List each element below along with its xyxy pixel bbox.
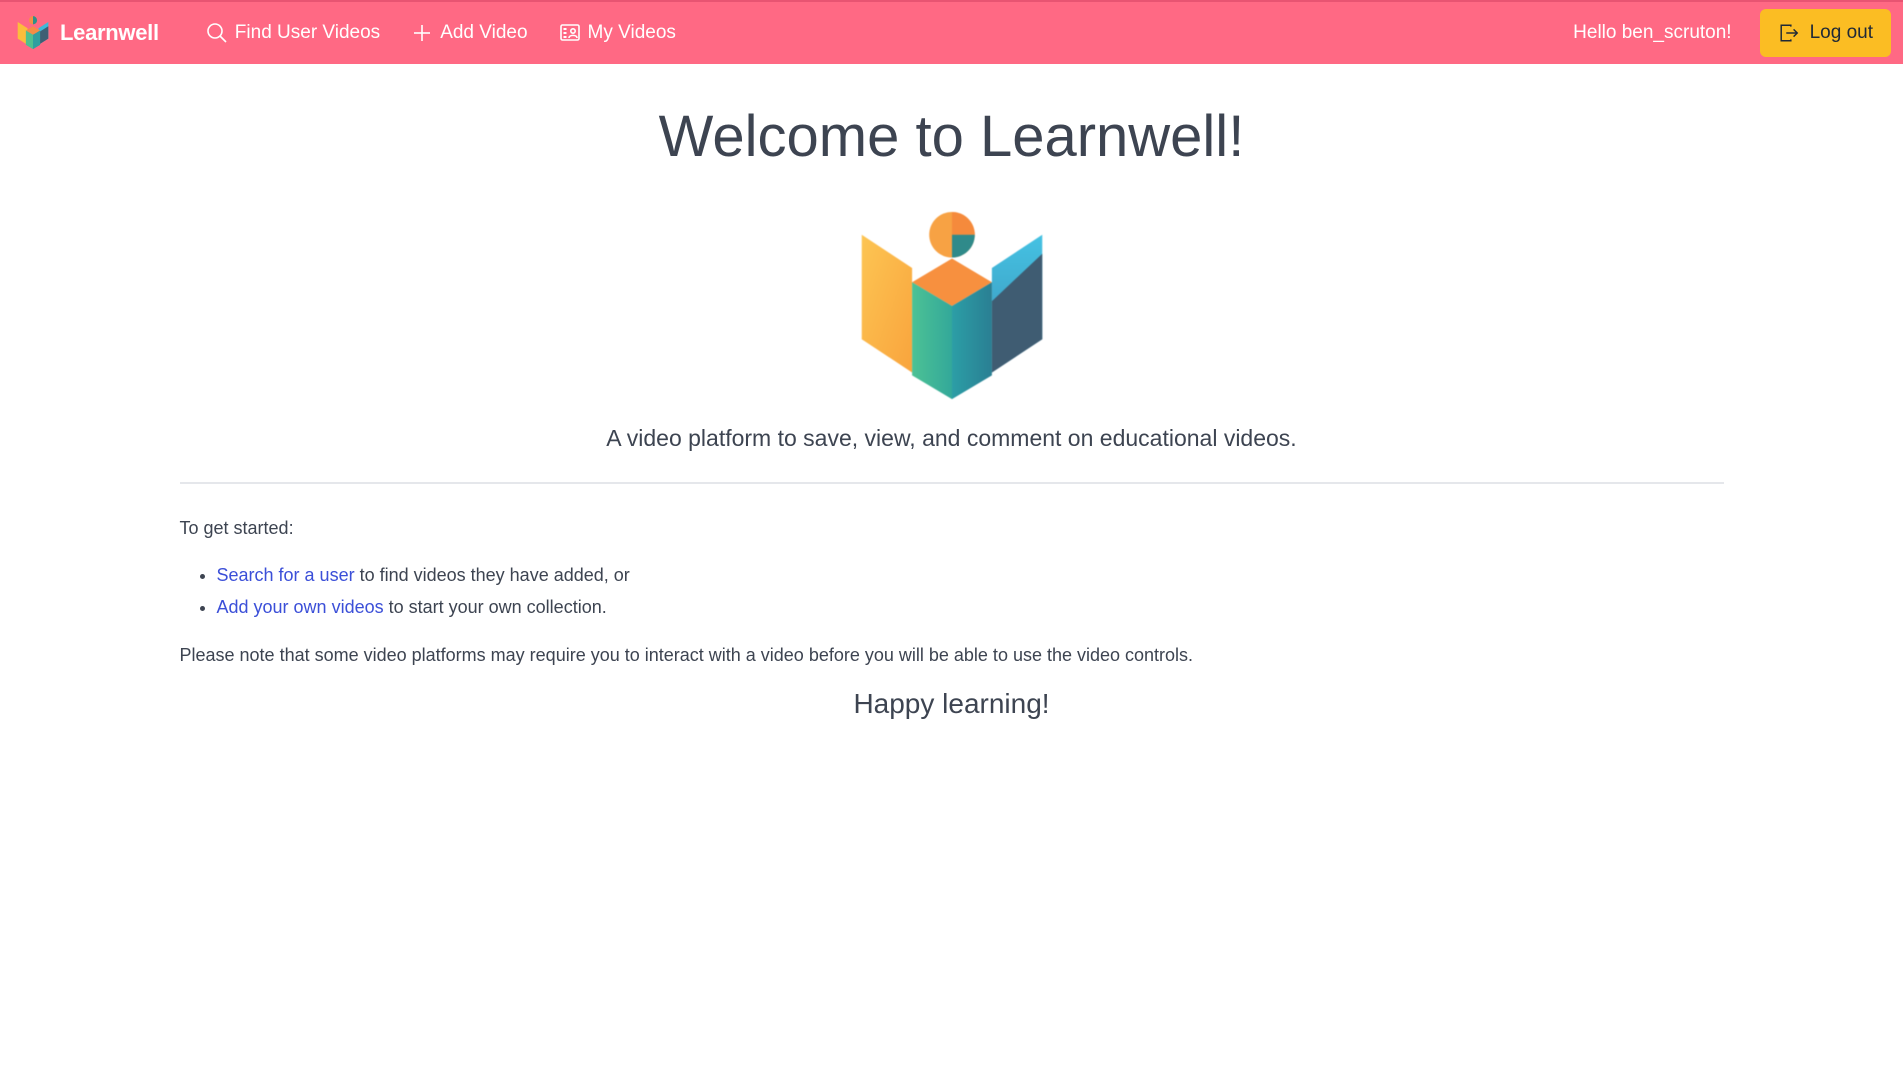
logout-label: Log out: [1809, 22, 1873, 43]
search-icon: [206, 23, 227, 43]
brand-name: Learnwell: [60, 20, 159, 45]
main-content: Welcome to Learnwell! A video platform t…: [179, 104, 1724, 720]
list-item-text: to find videos they have added, or: [354, 564, 630, 585]
intro-text: To get started:: [179, 517, 294, 538]
list-item: Add your own videos to start your own co…: [217, 591, 1724, 623]
list-item-text: to start your own collection.: [383, 596, 607, 617]
tagline: A video platform to save, view, and comm…: [606, 424, 1297, 451]
user-greeting: Hello ben_scruton!: [1573, 22, 1732, 43]
video-library-icon: [559, 24, 580, 41]
page-title: Welcome to Learnwell!: [658, 104, 1245, 169]
note-text: Please note that some video platforms ma…: [179, 644, 1194, 665]
nav-item-label: Add Video: [440, 22, 528, 43]
brand-link[interactable]: Learnwell: [16, 16, 159, 50]
logout-icon: [1780, 24, 1798, 42]
search-for-user-link[interactable]: Search for a user: [217, 565, 355, 585]
nav-add-video[interactable]: Add Video: [410, 21, 528, 45]
nav-item-label: Find User Videos: [234, 22, 381, 43]
closing-text: Happy learning!: [853, 687, 1050, 719]
getting-started-list: Search for a user to find videos they ha…: [180, 559, 1724, 623]
learnwell-hero-logo: [861, 211, 1042, 399]
top-navbar: Learnwell Find User Videos Add Video My …: [0, 0, 1903, 64]
nav-my-videos[interactable]: My Videos: [558, 21, 676, 45]
list-item: Search for a user to find videos they ha…: [217, 559, 1724, 591]
logout-button[interactable]: Log out: [1759, 9, 1891, 57]
divider: [179, 481, 1724, 484]
learnwell-logo-icon: [17, 16, 49, 50]
plus-icon: [414, 25, 431, 41]
nav-item-label: My Videos: [587, 22, 676, 43]
add-your-own-videos-link[interactable]: Add your own videos: [217, 597, 384, 617]
nav-find-user-videos[interactable]: Find User Videos: [205, 21, 380, 45]
